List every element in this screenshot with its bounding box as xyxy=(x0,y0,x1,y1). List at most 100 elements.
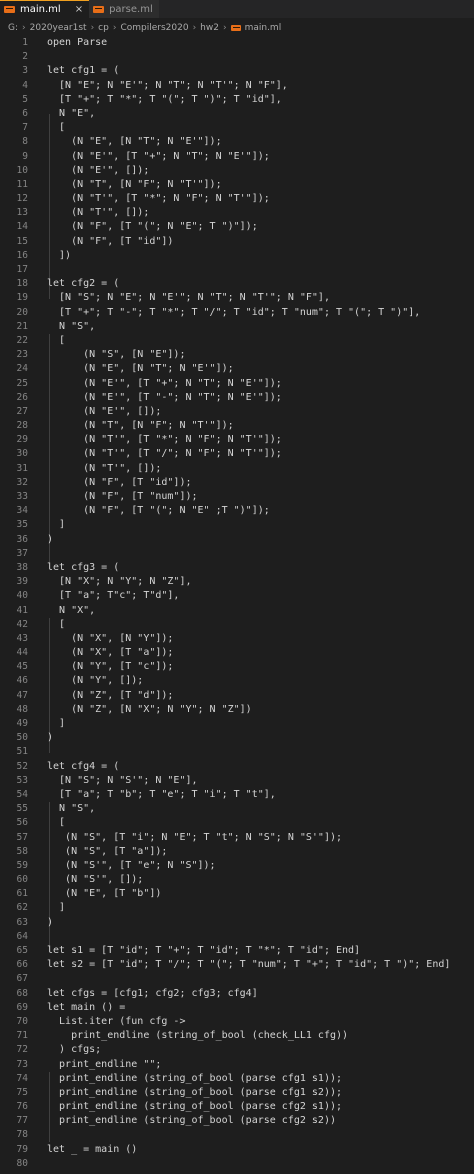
code-text[interactable]: (N "T", [N "F"; N "T'"]); xyxy=(47,178,222,192)
code-text[interactable]: print_endline ""; xyxy=(47,1058,161,1072)
code-line[interactable]: 7 [ xyxy=(0,121,474,135)
code-line[interactable]: 4 [N "E"; N "E'"; N "T"; N "T'"; N "F"], xyxy=(0,79,474,93)
code-text[interactable]: (N "E", [T "b"]) xyxy=(47,887,161,901)
breadcrumb-item-folder[interactable]: 2020year1st xyxy=(30,23,87,33)
code-text[interactable]: (N "F", [T "id"]) xyxy=(47,235,173,249)
code-text[interactable]: N "E", xyxy=(47,107,95,121)
code-line[interactable]: 76 print_endline (string_of_bool (parse … xyxy=(0,1100,474,1114)
code-text[interactable]: (N "E'", [T "+"; N "T"; N "E'"]); xyxy=(47,377,282,391)
code-text[interactable]: (N "F", [T "("; N "E"; T ")"]); xyxy=(47,220,258,234)
code-text[interactable]: (N "T'", []); xyxy=(47,462,161,476)
code-text[interactable]: (N "T'", [T "/"; N "F"; N "T'"]); xyxy=(47,447,282,461)
code-line[interactable]: 75 print_endline (string_of_bool (parse … xyxy=(0,1086,474,1100)
code-line[interactable]: 34 (N "F", [T "("; N "E" ;T ")"]); xyxy=(0,504,474,518)
code-text[interactable]: N "X", xyxy=(47,604,95,618)
code-line[interactable]: 40 [T "a"; T"c"; T"d"], xyxy=(0,589,474,603)
code-text[interactable]: ) xyxy=(47,731,53,745)
code-line[interactable]: 44 (N "X", [T "a"]); xyxy=(0,646,474,660)
code-text[interactable]: print_endline (string_of_bool (parse cfg… xyxy=(47,1100,342,1114)
code-text[interactable]: (N "T", [N "F"; N "T'"]); xyxy=(47,419,234,433)
code-line[interactable]: 65 let s1 = [T "id"; T "+"; T "id"; T "*"… xyxy=(0,944,474,958)
code-text[interactable]: ) cfgs; xyxy=(47,1043,101,1057)
code-line[interactable]: 63) xyxy=(0,916,474,930)
code-line[interactable]: 42 [ xyxy=(0,618,474,632)
code-line[interactable]: 48 (N "Z", [N "X"; N "Y"; N "Z"]) xyxy=(0,703,474,717)
code-line[interactable]: 47 (N "Z", [T "d"]); xyxy=(0,689,474,703)
tab-main-ml[interactable]: main.ml × xyxy=(0,0,90,18)
tab-parse-ml[interactable]: parse.ml xyxy=(89,0,159,18)
code-line[interactable]: 10 (N "E'", []); xyxy=(0,164,474,178)
code-line[interactable]: 71 print_endline (string_of_bool (check_… xyxy=(0,1029,474,1043)
code-line[interactable]: 69 let main () = xyxy=(0,1001,474,1015)
code-line[interactable]: 38 let cfg3 = ( xyxy=(0,561,474,575)
code-line[interactable]: 31 (N "T'", []); xyxy=(0,462,474,476)
code-line[interactable]: 23 (N "S", [N "E"]); xyxy=(0,348,474,362)
code-text[interactable]: List.iter (fun cfg -> xyxy=(47,1015,185,1029)
code-text[interactable]: let main () = xyxy=(47,1001,125,1015)
code-text[interactable]: (N "F", [T "("; N "E" ;T ")"]); xyxy=(47,504,270,518)
code-text[interactable]: ) xyxy=(47,533,53,547)
code-line[interactable]: 35 ] xyxy=(0,518,474,532)
code-line[interactable]: 20 [T "+"; T "-"; T "*"; T "/"; T "id"; … xyxy=(0,306,474,320)
code-text[interactable]: [ xyxy=(47,334,65,348)
code-text[interactable]: let cfg4 = ( xyxy=(47,760,119,774)
code-line[interactable]: 58 (N "S", [T "a"]); xyxy=(0,845,474,859)
code-text[interactable]: ] xyxy=(47,717,65,731)
code-line[interactable]: 78 xyxy=(0,1128,474,1142)
code-line[interactable]: 33 (N "F", [T "num"]); xyxy=(0,490,474,504)
code-text[interactable]: (N "S'", []); xyxy=(47,873,143,887)
code-text[interactable]: print_endline (string_of_bool (parse cfg… xyxy=(47,1086,342,1100)
code-text[interactable]: (N "T'", [T "*"; N "F"; N "T'"]); xyxy=(47,433,282,447)
code-line[interactable]: 2 xyxy=(0,50,474,64)
code-line[interactable]: 12 (N "T'", [T "*"; N "F"; N "T'"]); xyxy=(0,192,474,206)
code-text[interactable]: [N "S"; N "S'"; N "E"], xyxy=(47,774,197,788)
code-line[interactable]: 79 let _ = main () xyxy=(0,1143,474,1157)
code-line[interactable]: 55 N "S", xyxy=(0,802,474,816)
code-text[interactable]: (N "F", [T "num"]); xyxy=(47,490,197,504)
code-line[interactable]: 3 let cfg1 = ( xyxy=(0,64,474,78)
code-line[interactable]: 43 (N "X", [N "Y"]); xyxy=(0,632,474,646)
code-text[interactable]: [ xyxy=(47,816,65,830)
code-text[interactable]: (N "X", [N "Y"]); xyxy=(47,632,173,646)
code-text[interactable]: (N "F", [T "id"]); xyxy=(47,476,191,490)
code-line[interactable]: 30 (N "T'", [T "/"; N "F"; N "T'"]); xyxy=(0,447,474,461)
code-line[interactable]: 17 xyxy=(0,263,474,277)
breadcrumb-item-drive[interactable]: G: xyxy=(8,23,18,33)
code-text[interactable]: [T "+"; T "-"; T "*"; T "/"; T "id"; T "… xyxy=(47,306,420,320)
code-line[interactable]: 52 let cfg4 = ( xyxy=(0,760,474,774)
code-line[interactable]: 51 xyxy=(0,745,474,759)
code-text[interactable]: let cfgs = [cfg1; cfg2; cfg3; cfg4] xyxy=(47,987,258,1001)
code-line[interactable]: 60 (N "S'", []); xyxy=(0,873,474,887)
code-line[interactable]: 59 (N "S'", [T "e"; N "S"]); xyxy=(0,859,474,873)
code-line[interactable]: 11 (N "T", [N "F"; N "T'"]); xyxy=(0,178,474,192)
code-line[interactable]: 26 (N "E'", [T "-"; N "T"; N "E'"]); xyxy=(0,391,474,405)
code-line[interactable]: 1 open Parse xyxy=(0,36,474,50)
code-line[interactable]: 19 [N "S"; N "E"; N "E'"; N "T"; N "T'";… xyxy=(0,291,474,305)
code-text[interactable]: [T "a"; T "b"; T "e"; T "i"; T "t"], xyxy=(47,788,276,802)
code-line[interactable]: 62 ] xyxy=(0,901,474,915)
breadcrumb-item-file[interactable]: main.ml xyxy=(245,23,282,33)
code-text[interactable]: (N "Y", []); xyxy=(47,674,143,688)
code-line[interactable]: 77 print_endline (string_of_bool (parse … xyxy=(0,1114,474,1128)
code-line[interactable]: 25 (N "E'", [T "+"; N "T"; N "E'"]); xyxy=(0,377,474,391)
code-line[interactable]: 27 (N "E'", []); xyxy=(0,405,474,419)
code-line[interactable]: 28 (N "T", [N "F"; N "T'"]); xyxy=(0,419,474,433)
code-line[interactable]: 73 print_endline ""; xyxy=(0,1058,474,1072)
code-line[interactable]: 74 print_endline (string_of_bool (parse … xyxy=(0,1072,474,1086)
code-line[interactable]: 13 (N "T'", []); xyxy=(0,206,474,220)
code-line[interactable]: 9 (N "E'", [T "+"; N "T"; N "E'"]); xyxy=(0,150,474,164)
code-text[interactable]: ] xyxy=(47,518,65,532)
code-text[interactable]: ) xyxy=(47,916,53,930)
code-text[interactable]: let cfg3 = ( xyxy=(47,561,119,575)
code-line[interactable]: 67 xyxy=(0,972,474,986)
code-editor[interactable]: 1 open Parse 2 3 let cfg1 = (4 [N "E"; N "E'… xyxy=(0,36,474,1171)
code-text[interactable]: print_endline (string_of_bool (check_LL1… xyxy=(47,1029,348,1043)
code-text[interactable]: N "S", xyxy=(47,320,95,334)
code-text[interactable]: (N "X", [T "a"]); xyxy=(47,646,173,660)
code-text[interactable]: (N "E'", []); xyxy=(47,405,161,419)
code-line[interactable]: 45 (N "Y", [T "c"]); xyxy=(0,660,474,674)
code-line[interactable]: 46 (N "Y", []); xyxy=(0,674,474,688)
code-line[interactable]: 29 (N "T'", [T "*"; N "F"; N "T'"]); xyxy=(0,433,474,447)
code-line[interactable]: 32 (N "F", [T "id"]); xyxy=(0,476,474,490)
breadcrumb-item-folder[interactable]: hw2 xyxy=(200,23,219,33)
